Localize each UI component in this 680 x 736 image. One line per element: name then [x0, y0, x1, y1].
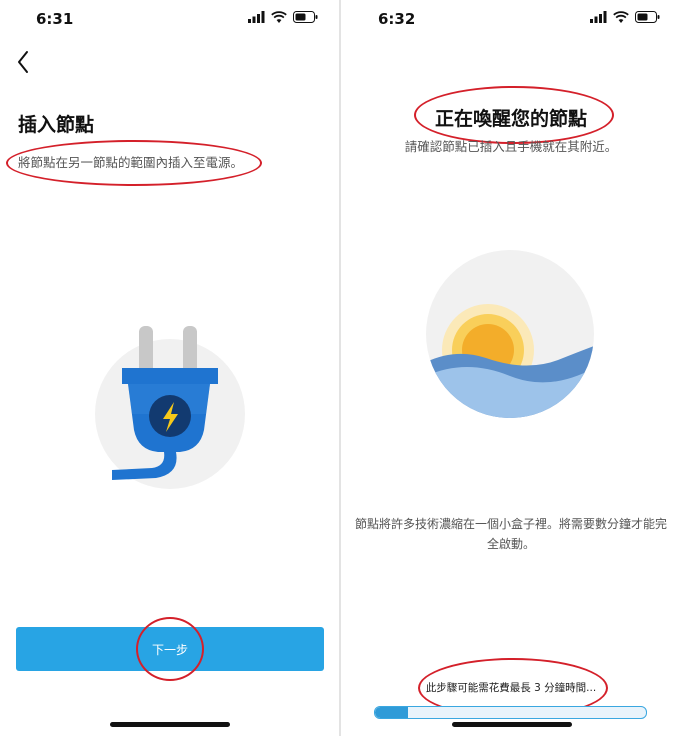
progress-bar	[374, 706, 647, 719]
right-phone-screen: 6:32 正在喚醒您的節點 請確認節點已插入且手機就在其附近。 節點將許多技術濃…	[342, 0, 680, 736]
battery-icon	[293, 11, 318, 23]
status-bar: 6:31	[0, 0, 338, 38]
description-text: 節點將許多技術濃縮在一個小盒子裡。將需要數分鐘才能完 全啟動。	[354, 514, 668, 554]
page-title: 正在喚醒您的節點	[434, 108, 587, 130]
battery-icon	[635, 11, 660, 23]
signal-icon	[590, 11, 607, 23]
description-line: 節點將許多技術濃縮在一個小盒子裡。將需要數分鐘才能完	[354, 517, 667, 531]
status-icons	[248, 11, 318, 23]
status-bar: 6:32	[342, 0, 680, 38]
status-time: 6:31	[36, 10, 74, 28]
status-icons	[590, 11, 660, 23]
progress-fill	[375, 707, 408, 718]
progress-status-text: 此步驟可能需花費最長 3 分鐘時間...	[425, 682, 597, 694]
page-title: 插入節點	[18, 114, 95, 136]
screen-divider	[339, 0, 341, 736]
left-phone-screen: 6:31 插入節點 將節點在另一節點的範圍內插入至電源。 下一步	[0, 0, 338, 736]
wifi-icon	[613, 11, 629, 23]
power-plug-icon	[95, 326, 245, 489]
next-button-label: 下一步	[151, 642, 188, 657]
home-indicator	[110, 722, 230, 727]
description-line: 全啟動。	[486, 537, 535, 551]
signal-icon	[248, 11, 265, 23]
back-chevron-icon[interactable]	[12, 48, 36, 76]
status-time: 6:32	[378, 10, 416, 28]
next-button[interactable]: 下一步	[16, 627, 324, 671]
home-indicator	[452, 722, 572, 727]
sunrise-icon	[426, 250, 594, 418]
page-subtitle: 請確認節點已插入且手機就在其附近。	[404, 139, 618, 154]
wifi-icon	[271, 11, 287, 23]
page-subtitle: 將節點在另一節點的範圍內插入至電源。	[18, 155, 244, 170]
